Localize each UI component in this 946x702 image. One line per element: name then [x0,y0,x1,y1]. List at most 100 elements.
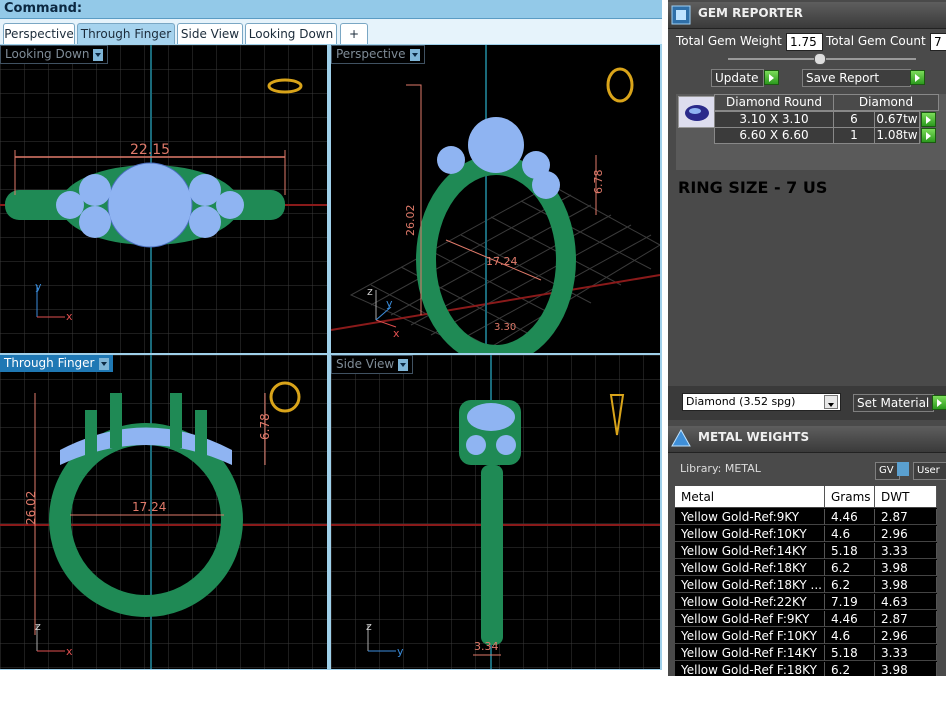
viewport-perspective[interactable]: 26.02 17.24 6.78 3.30 z y x Perspective [331,45,660,353]
svg-text:z: z [35,620,41,633]
gem-row-count: 1 [833,127,875,144]
grams-value: 6.2 [825,577,875,593]
metal-header[interactable]: Metal [675,486,825,508]
metal-weights-header: METAL WEIGHTS [668,426,946,453]
svg-text:x: x [66,310,73,323]
svg-text:3.30: 3.30 [494,322,516,333]
update-button[interactable]: Update [711,69,764,87]
through-finger-scene: 26.02 17.24 6.78 z x [0,355,327,669]
gem-reporter-icon [671,5,691,25]
chevron-down-icon[interactable] [824,395,838,409]
tab-side-view[interactable]: Side View [177,23,243,44]
metal-name: Yellow Gold-Ref F:14KY [675,645,825,661]
svg-text:y: y [386,297,393,310]
side-view-scene: 3.34 z y [331,355,660,669]
gem-reporter-header: GEM REPORTER [668,2,946,29]
perspective-scene: 26.02 17.24 6.78 3.30 z y x [331,45,660,353]
grams-value: 4.46 [825,509,875,525]
viewport-label-side-view[interactable]: Side View [331,355,414,374]
metal-name: Yellow Gold-Ref:18KY [675,560,825,576]
svg-text:z: z [366,620,372,633]
svg-text:z: z [367,285,373,298]
total-weight-label: Total Gem Weight [676,34,782,48]
grams-value: 6.2 [825,560,875,576]
total-count-label: Total Gem Count [826,34,926,48]
svg-text:6.78: 6.78 [592,170,605,195]
svg-text:y: y [397,645,404,658]
viewport-label-through-finger[interactable]: Through Finger [0,355,113,372]
tab-perspective[interactable]: Perspective [3,23,75,44]
svg-text:26.02: 26.02 [24,491,38,525]
grams-value: 7.19 [825,594,875,610]
material-select[interactable]: Diamond (3.52 spg) [682,393,841,411]
svg-text:6.78: 6.78 [258,413,272,440]
table-row[interactable]: Yellow Gold-Ref:14KY 5.18 3.33 [675,543,937,560]
gem-row-go-icon[interactable] [921,128,936,143]
svg-text:17.24: 17.24 [132,500,166,514]
table-row[interactable]: Yellow Gold-Ref:9KY 4.46 2.87 [675,509,937,526]
tab-looking-down[interactable]: Looking Down [245,23,337,44]
dwt-value: 2.96 [875,526,937,542]
slider-handle[interactable] [814,53,826,65]
gem-shape-icon [678,96,716,128]
svg-text:17.24: 17.24 [486,255,518,268]
svg-text:x: x [66,645,73,658]
dwt-value: 3.98 [875,577,937,593]
total-weight-field[interactable]: 1.75 [786,33,823,51]
save-report-button[interactable]: Save Report [802,69,911,87]
metal-name: Yellow Gold-Ref:14KY [675,543,825,559]
metal-name: Yellow Gold-Ref:18KY ... [675,577,825,593]
tab-through-finger[interactable]: Through Finger [77,23,175,44]
svg-text:y: y [35,280,42,293]
command-label: Command: [4,1,83,16]
table-row[interactable]: Yellow Gold-Ref:10KY 4.6 2.96 [675,526,937,543]
viewport-label-perspective[interactable]: Perspective [331,45,425,64]
set-material-go-icon[interactable] [932,395,946,410]
set-material-button[interactable]: Set Material [853,394,934,412]
metal-table: Metal Grams DWT Yellow Gold-Ref:9KY 4.46 2… [675,486,937,678]
viewport-grid: 22.15 y x Looking Down 26.02 17.24 6.78 … [0,44,662,670]
viewport-looking-down[interactable]: 22.15 y x Looking Down [0,45,327,353]
gem-row-size: 3.10 X 3.10 [714,111,834,128]
viewport-label-looking-down[interactable]: Looking Down [0,45,109,64]
dwt-value: 2.96 [875,628,937,644]
metal-name: Yellow Gold-Ref:10KY [675,526,825,542]
save-go-icon[interactable] [910,70,925,85]
tab-add-button[interactable]: + [340,23,368,44]
grams-value: 4.46 [825,611,875,627]
metal-name: Yellow Gold-Ref F:9KY [675,611,825,627]
grams-header[interactable]: Grams [825,486,875,508]
gv-info-icon[interactable] [897,462,909,476]
metal-name: Yellow Gold-Ref:9KY [675,509,825,525]
chevron-down-icon[interactable] [98,357,109,370]
chevron-down-icon[interactable] [93,48,104,61]
table-row[interactable]: Yellow Gold-Ref:18KY ... 6.2 3.98 [675,577,937,594]
looking-down-scene: 22.15 y x [0,45,327,353]
gem-row-count: 6 [833,111,875,128]
viewport-through-finger[interactable]: 26.02 17.24 6.78 z x Through Finger [0,355,327,669]
gem-material-header: Diamond [833,94,939,111]
grams-value: 4.6 [825,628,875,644]
update-go-icon[interactable] [764,70,779,85]
table-row[interactable]: Yellow Gold-Ref F:9KY 4.46 2.87 [675,611,937,628]
user-button[interactable]: User [913,462,946,480]
grams-value: 4.6 [825,526,875,542]
table-row[interactable]: Yellow Gold-Ref:18KY 6.2 3.98 [675,560,937,577]
metal-name: Yellow Gold-Ref:22KY [675,594,825,610]
command-bar[interactable]: Command: [0,0,668,19]
chevron-down-icon[interactable] [409,48,420,61]
dwt-header[interactable]: DWT [875,486,937,508]
gem-row-size: 6.60 X 6.60 [714,127,834,144]
dwt-value: 3.98 [875,560,937,576]
table-row[interactable]: Yellow Gold-Ref F:14KY 5.18 3.33 [675,645,937,662]
chevron-down-icon[interactable] [398,358,409,371]
gem-shape-header: Diamond Round [714,94,834,111]
status-area [0,676,946,702]
total-count-field[interactable]: 7 [930,33,946,51]
viewport-side-view[interactable]: 3.34 z y Side View [331,355,660,669]
dwt-value: 3.33 [875,543,937,559]
gem-row-go-icon[interactable] [921,112,936,127]
table-row[interactable]: Yellow Gold-Ref:22KY 7.19 4.63 [675,594,937,611]
table-row[interactable]: Yellow Gold-Ref F:10KY 4.6 2.96 [675,628,937,645]
dwt-value: 4.63 [875,594,937,610]
